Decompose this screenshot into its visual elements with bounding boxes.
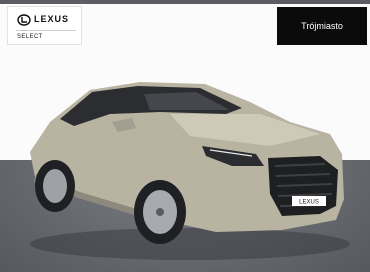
location-label: Trójmiasto (301, 21, 343, 31)
brand-wordmark: LEXUS (34, 14, 70, 24)
svg-text:LEXUS: LEXUS (299, 200, 319, 206)
location-badge[interactable]: Trójmiasto (277, 7, 367, 45)
program-label: SELECT (17, 34, 43, 40)
lexus-select-badge[interactable]: LEXUS SELECT (7, 6, 82, 45)
car-photo: LEXUS (30, 82, 350, 260)
badge-divider (16, 30, 76, 31)
